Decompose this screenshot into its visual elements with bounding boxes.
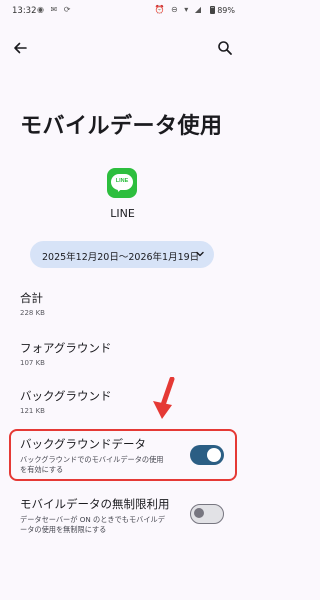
line-app-icon: LINE (107, 168, 137, 198)
date-range-selector[interactable]: 2025年12月20日〜2026年1月19日 (30, 241, 214, 268)
app-name: LINE (110, 207, 135, 220)
usage-foreground-label: フォアグラウンド (20, 341, 112, 355)
usage-total: 合計 228 KB (20, 290, 45, 317)
background-data-switch[interactable] (190, 445, 224, 465)
search-icon[interactable] (217, 40, 233, 56)
annotation-arrow-icon (153, 377, 175, 419)
usage-background: バックグラウンド 121 KB (20, 388, 112, 415)
chevron-down-icon (196, 251, 204, 257)
status-bar: 13:32 ◉ ✉ ⟳ ⏰ ⊖ ▾ ◢ 89% (0, 0, 245, 22)
usage-total-label: 合計 (20, 291, 43, 305)
battery-level: 89% (217, 6, 235, 15)
usage-total-value: 228 KB (20, 309, 45, 317)
date-range-label: 2025年12月20日〜2026年1月19日 (42, 252, 200, 263)
battery-indicator: 89% (210, 6, 235, 15)
battery-icon (210, 6, 216, 14)
usage-foreground: フォアグラウンド 107 KB (20, 340, 111, 367)
line-logo-bubble-tail (115, 186, 123, 193)
usage-background-label: バックグラウンド (20, 389, 112, 403)
usage-foreground-value: 107 KB (20, 359, 45, 367)
usage-background-value: 121 KB (20, 407, 45, 415)
system-status-icons: ⏰ ⊖ ▾ ◢ (154, 5, 203, 14)
status-time: 13:32 (12, 6, 37, 16)
unrestricted-data-switch[interactable] (190, 504, 224, 524)
switch-thumb (194, 508, 204, 518)
unrestricted-data-summary: データセーバーが ON のときでもモバイルデータの使用を無制限にする (20, 515, 165, 534)
line-logo-text: LINE (115, 178, 129, 184)
switch-thumb (207, 448, 221, 462)
back-arrow-icon[interactable] (12, 40, 28, 56)
background-data-summary: バックグラウンドでのモバイルデータの使用を有効にする (20, 455, 164, 474)
notification-icons: ◉ ✉ ⟳ (37, 5, 73, 14)
page-title: モバイルデータ使用 (20, 114, 223, 139)
